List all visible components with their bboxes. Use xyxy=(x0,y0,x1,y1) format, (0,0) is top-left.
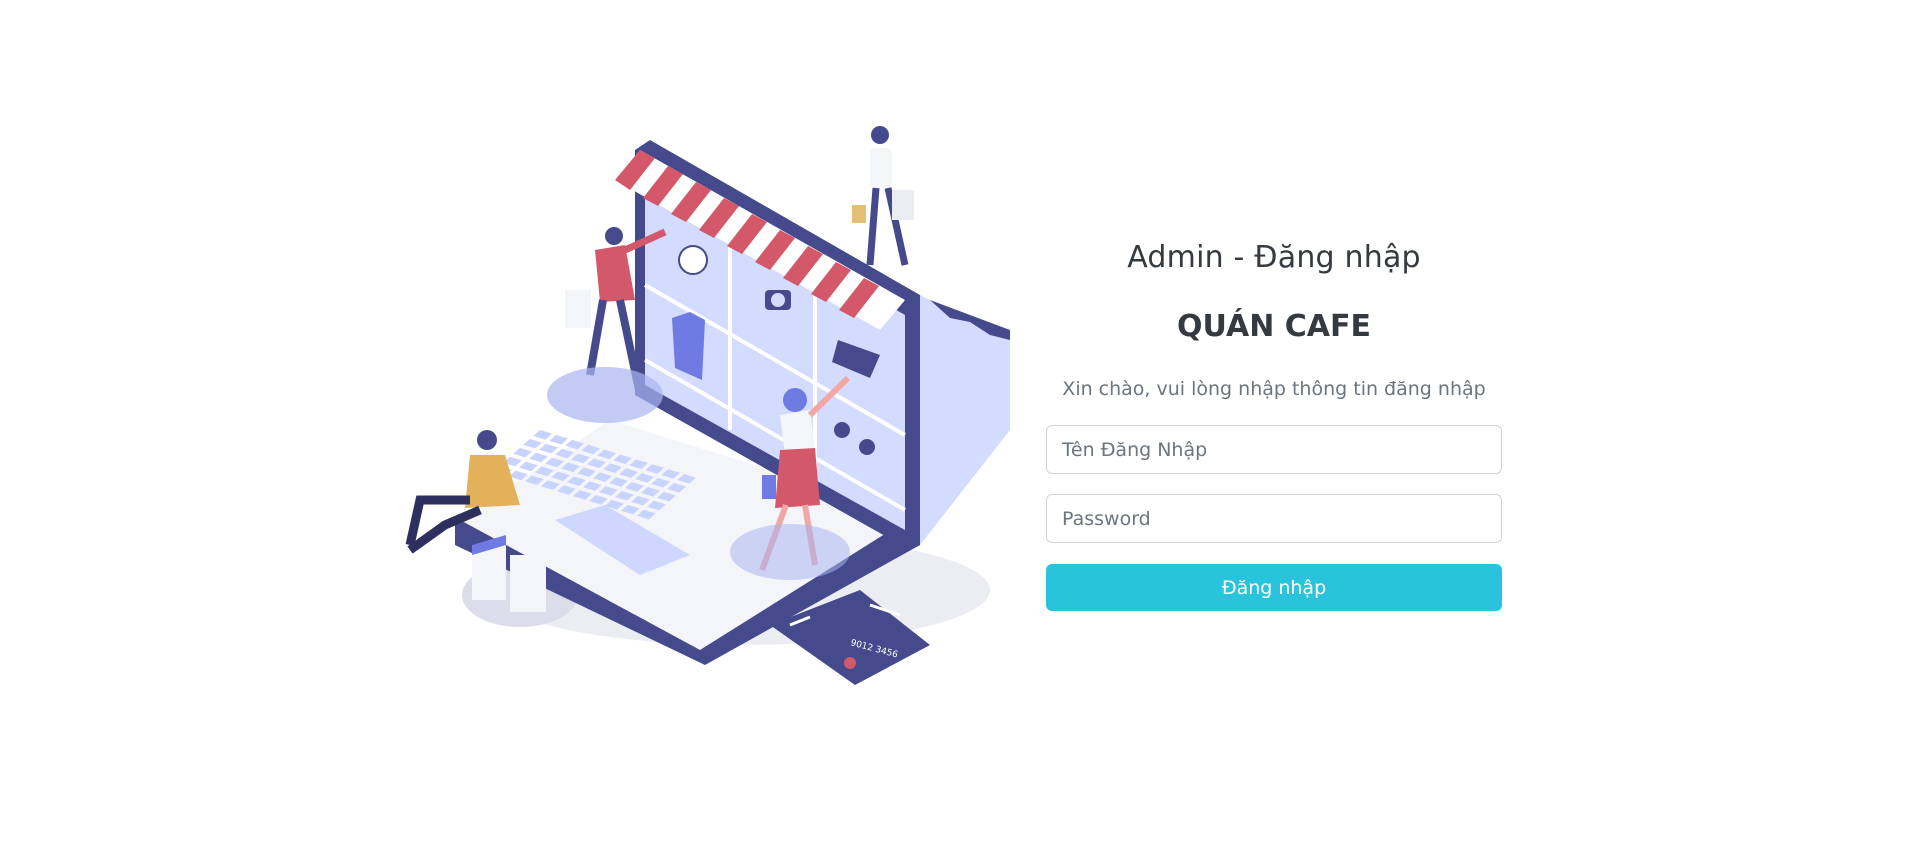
login-form: Admin - Đăng nhập QUÁN CAFE Xin chào, vu… xyxy=(1046,240,1502,611)
password-input[interactable] xyxy=(1046,494,1502,543)
username-input[interactable] xyxy=(1046,425,1502,474)
login-subtitle: Xin chào, vui lòng nhập thông tin đăng n… xyxy=(1062,378,1486,400)
shop-name: QUÁN CAFE xyxy=(1177,309,1371,344)
login-page: 9012 3456 Admin - Đăng nhập QUÁN CAFE Xi… xyxy=(0,0,1920,868)
page-title: Admin - Đăng nhập xyxy=(1127,240,1421,275)
login-button[interactable]: Đăng nhập xyxy=(1046,564,1502,611)
online-shop-illustration: 9012 3456 xyxy=(405,126,1010,685)
